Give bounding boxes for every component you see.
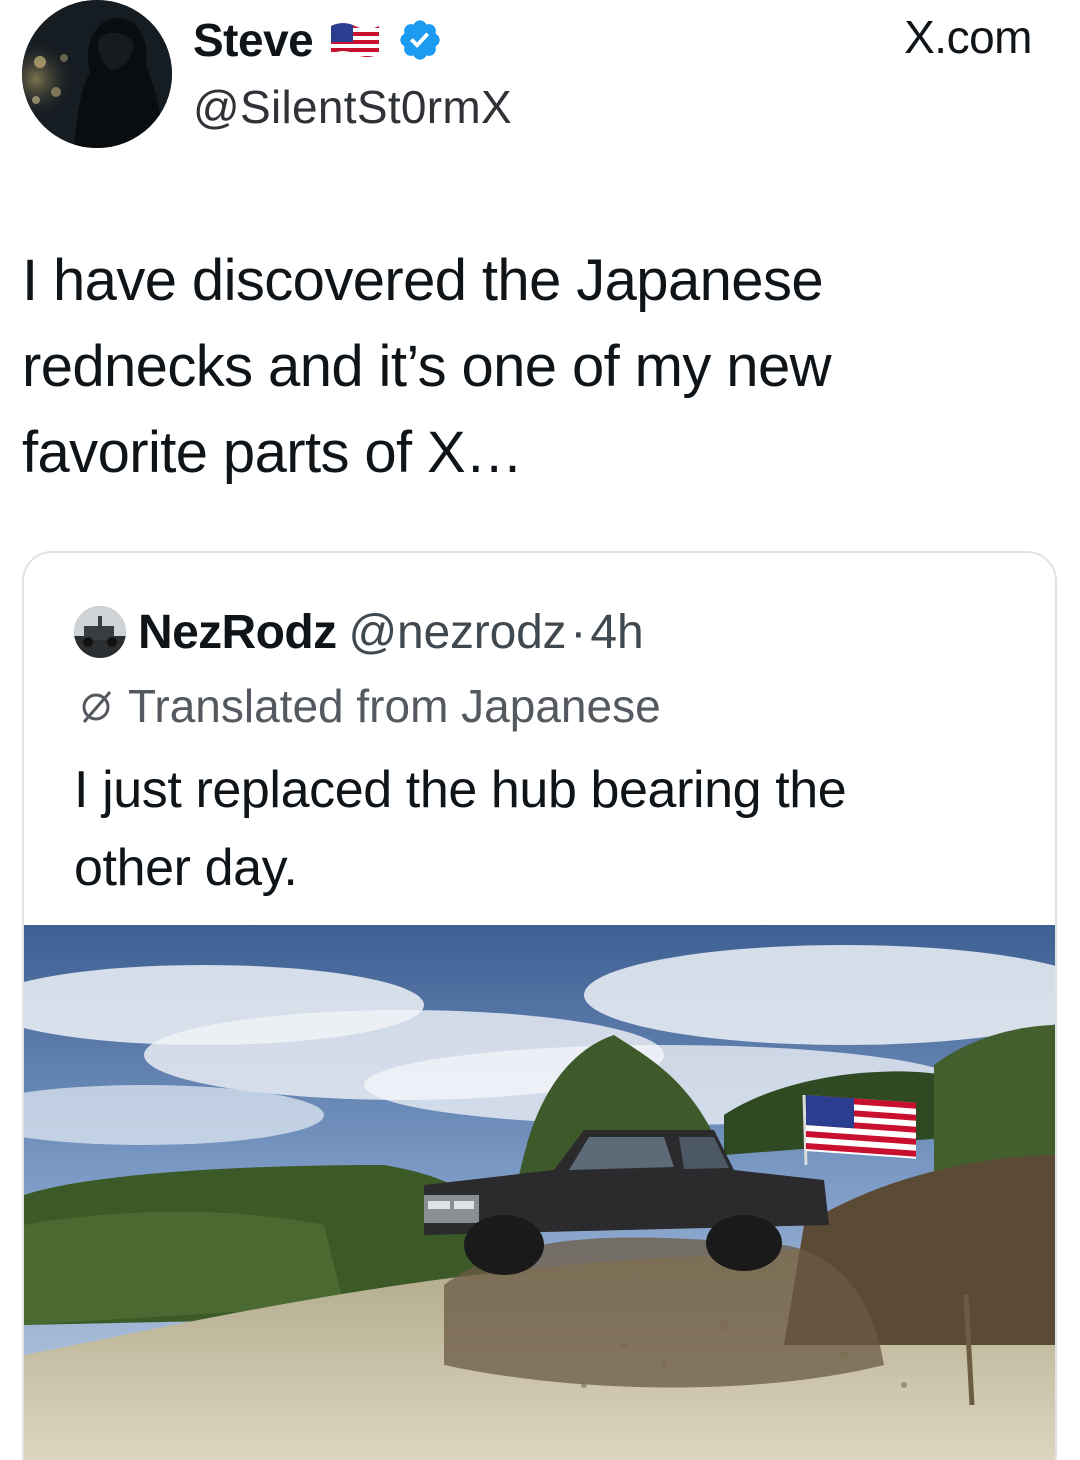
author-name-row: Steve: [193, 8, 443, 72]
tweet-text-line: rednecks and it’s one of my new: [22, 334, 832, 399]
quoted-timestamp[interactable]: 4h: [590, 605, 643, 660]
translate-icon: [82, 691, 112, 723]
translated-label: Translated from Japanese: [128, 680, 661, 732]
translated-notice: Translated from Japanese: [74, 679, 661, 733]
verified-badge-icon: [400, 20, 440, 60]
quoted-text: I just replaced the hub bearing the othe…: [74, 751, 1024, 907]
quoted-author-avatar[interactable]: [74, 606, 126, 658]
separator-dot: ·: [570, 605, 587, 659]
us-flag-icon: [331, 23, 380, 57]
tweet-text-line: favorite parts of X…: [22, 420, 523, 485]
quoted-handle[interactable]: @nezrodz: [348, 605, 566, 660]
tweet-text-line: I have discovered the Japanese: [22, 248, 824, 313]
quoted-header: NezRodz @nezrodz · 4h: [74, 603, 644, 661]
author-display-name[interactable]: Steve: [193, 13, 314, 67]
quoted-display-name[interactable]: NezRodz: [138, 605, 337, 660]
author-handle[interactable]: @SilentSt0rmX: [193, 80, 512, 134]
author-avatar[interactable]: [22, 0, 172, 148]
video-thumbnail[interactable]: [24, 925, 1055, 1460]
site-label: X.com: [904, 11, 1032, 63]
quoted-text-line: I just replaced the hub bearing the: [74, 761, 847, 819]
tweet-text: I have discovered the Japanese rednecks …: [22, 238, 1022, 496]
quoted-tweet-card[interactable]: NezRodz @nezrodz · 4h Translated from Ja…: [22, 551, 1057, 1460]
quoted-text-line: other day.: [74, 839, 298, 897]
